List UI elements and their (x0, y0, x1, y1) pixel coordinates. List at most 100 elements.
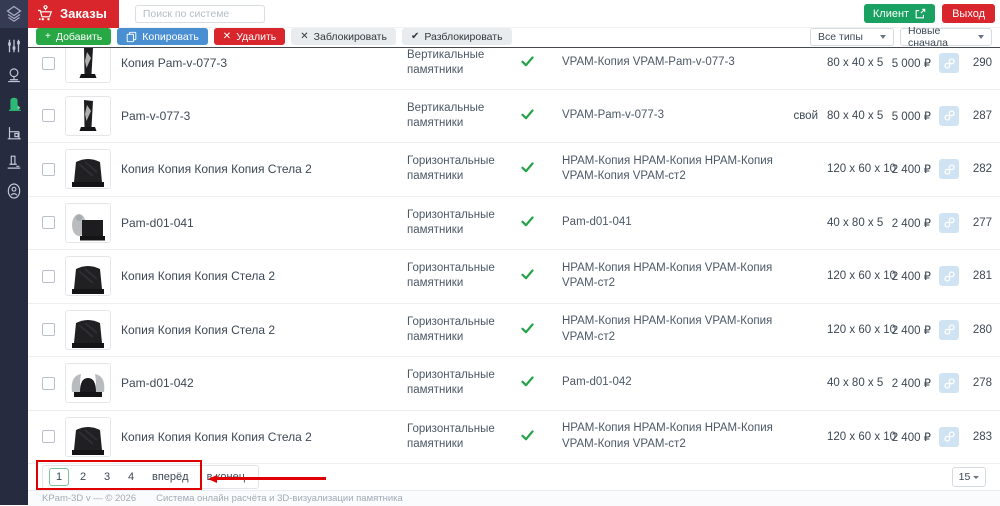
product-id: 283 (972, 430, 992, 443)
row-checkbox[interactable] (42, 216, 55, 230)
row-checkbox[interactable] (42, 376, 55, 390)
product-price: 2 400 ₽ (891, 324, 931, 337)
gravesite-icon (7, 126, 21, 139)
product-id: 282 (972, 163, 992, 176)
product-category: Вертикальные памятники (407, 101, 485, 129)
row-checkbox[interactable] (42, 323, 55, 337)
block-button[interactable]: ✕ Заблокировать (291, 28, 396, 45)
product-name: Pam-d01-041 (121, 215, 194, 230)
sidebar-item-monuments-active[interactable] (0, 89, 28, 118)
page-size-select[interactable]: 15 (952, 467, 986, 487)
table-row[interactable]: Копия Копия Копия Копия Стела 2 Горизонт… (28, 143, 1000, 197)
product-id: 287 (972, 109, 992, 122)
chain-link-icon (943, 164, 955, 175)
plus-icon: + (45, 30, 51, 42)
sidebar-item-memorials[interactable] (0, 60, 28, 89)
sidebar-item-settings[interactable] (0, 31, 28, 60)
product-category: Горизонтальные памятники (407, 155, 495, 183)
product-price: 5 000 ₽ (891, 110, 931, 123)
product-code: HPAM-Копия HPAM-Копия HPAM-Копия VPAM-Ко… (562, 422, 773, 450)
status-check-icon (512, 321, 542, 339)
pagination-page[interactable]: 4 (121, 468, 141, 486)
orders-module-badge[interactable]: Заказы (28, 0, 119, 28)
chain-link-icon (943, 217, 955, 228)
status-check-icon (512, 214, 542, 232)
table-row[interactable]: Копия Pam-v-077-3 Вертикальные памятники… (28, 48, 1000, 90)
sidebar-item-profile[interactable] (0, 176, 28, 205)
product-price: 2 400 ₽ (891, 378, 931, 391)
chain-link-icon (943, 110, 955, 121)
product-name: Pam-d01-042 (121, 376, 194, 391)
product-price: 5 000 ₽ (891, 58, 931, 71)
product-name: Копия Копия Копия Стела 2 (121, 269, 276, 284)
product-size: 80 x 40 x 5 (827, 57, 884, 70)
sort-value: Новые сначала (908, 25, 948, 49)
product-code: Pam-d01-042 (562, 376, 632, 389)
table-row[interactable]: Копия Копия Копия Копия Стела 2 Горизонт… (28, 410, 1000, 464)
table-row[interactable]: Pam-d01-041 Горизонтальные памятники Pam… (28, 196, 1000, 250)
link-button[interactable] (939, 319, 959, 340)
pagination-next[interactable]: вперёд (145, 468, 196, 486)
product-size: 80 x 40 x 5 (827, 109, 884, 122)
table-row[interactable]: Pam-d01-042 Горизонтальные памятники Pam… (28, 357, 1000, 411)
product-name: Копия Копия Копия Стела 2 (121, 322, 276, 337)
sidebar-item-pedestals[interactable] (0, 147, 28, 176)
pagination-last[interactable]: в конец (200, 468, 252, 486)
sidebar-item-gravesites[interactable] (0, 118, 28, 147)
sort-select[interactable]: Новые сначала (900, 25, 992, 49)
product-code: VPAM-Pam-v-077-3 (562, 108, 665, 121)
search-input[interactable] (134, 4, 265, 23)
link-button[interactable] (939, 159, 959, 180)
toolbar: + Добавить Копировать ✕ Удалить ✕ Заблок… (28, 25, 1000, 49)
row-checkbox[interactable] (42, 56, 55, 70)
chain-link-icon (943, 431, 955, 442)
status-check-icon (512, 107, 542, 125)
table-row[interactable]: Pam-v-077-3 Вертикальные памятники VPAM-… (28, 89, 1000, 143)
copy-icon (126, 31, 137, 42)
product-price: 2 400 ₽ (891, 164, 931, 177)
delete-button[interactable]: ✕ Удалить (213, 28, 286, 45)
row-checkbox[interactable] (42, 109, 55, 123)
table-row[interactable]: Копия Копия Копия Стела 2 Горизонтальные… (28, 250, 1000, 304)
product-thumbnail (65, 202, 111, 243)
pagination-page[interactable]: 2 (73, 468, 93, 486)
pagination: 1 2 3 4 вперёд в конец (42, 465, 260, 489)
pagination-page[interactable]: 3 (97, 468, 117, 486)
table-row[interactable]: Копия Копия Копия Стела 2 Горизонтальные… (28, 303, 1000, 357)
link-button[interactable] (939, 53, 959, 74)
unblock-button[interactable]: ✔ Разблокировать (401, 28, 512, 45)
type-filter-select[interactable]: Все типы (810, 28, 894, 46)
add-button[interactable]: + Добавить (36, 28, 112, 45)
link-button[interactable] (939, 212, 959, 233)
copy-button-label: Копировать (142, 30, 199, 43)
client-button[interactable]: Клиент (863, 4, 936, 23)
link-button[interactable] (939, 105, 959, 126)
layers-diamond-icon (6, 5, 22, 22)
product-size: 40 x 80 x 5 (827, 377, 884, 390)
product-thumbnail (65, 48, 111, 84)
copy-button[interactable]: Копировать (117, 28, 208, 45)
row-checkbox[interactable] (42, 162, 55, 176)
pagination-page[interactable]: 1 (49, 468, 69, 486)
check-icon: ✔ (410, 30, 420, 42)
link-button[interactable] (939, 426, 959, 447)
product-price: 2 400 ₽ (891, 431, 931, 444)
row-checkbox[interactable] (42, 430, 55, 444)
sidebar (0, 0, 28, 505)
page-title: Заказы (60, 6, 107, 21)
unblock-button-label: Разблокировать (424, 30, 503, 43)
logout-button[interactable]: Выход (942, 4, 995, 23)
x-icon: ✕ (222, 30, 232, 42)
product-thumbnail (65, 363, 111, 404)
user-profile-icon (7, 182, 21, 199)
app-logo[interactable] (0, 0, 28, 28)
product-name: Копия Pam-v-077-3 (121, 56, 228, 71)
page-size-value: 15 (958, 471, 971, 483)
row-checkbox[interactable] (42, 269, 55, 283)
link-button[interactable] (939, 373, 959, 394)
client-button-label: Клиент (872, 7, 910, 20)
product-category: Горизонтальные памятники (407, 422, 495, 450)
product-thumbnail (65, 149, 111, 190)
chain-link-icon (943, 324, 955, 335)
link-button[interactable] (939, 266, 959, 287)
